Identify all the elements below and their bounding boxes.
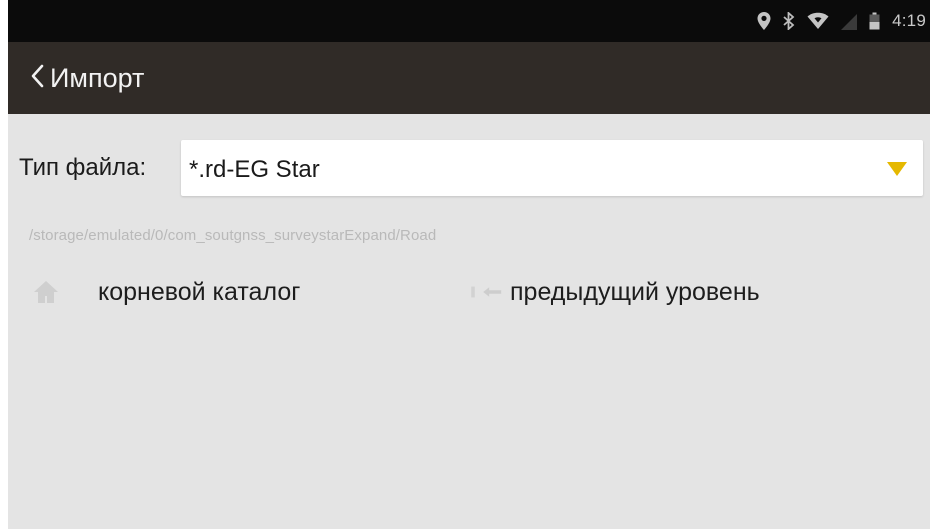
parent-directory-button[interactable]: предыдущий уровень [470,262,910,322]
file-type-label: Тип файла: [19,154,147,181]
status-bar: 4:19 [8,0,930,42]
file-list [8,330,930,529]
status-time: 4:19 [892,11,926,30]
root-directory-label: корневой каталог [98,277,301,306]
signal-icon [841,12,858,30]
file-type-select[interactable]: *.rd-EG Star [181,140,923,196]
screen: 4:19 Импорт Тип файла: *.rd-EG Star /sto… [8,0,930,529]
dropdown-arrow-icon [887,162,907,181]
wifi-icon [807,12,829,30]
home-icon [28,274,64,310]
current-path: /storage/emulated/0/com_soutgnss_surveys… [29,227,437,244]
page-title: Импорт [50,62,145,93]
root-directory-button[interactable]: корневой каталог [28,262,408,322]
bluetooth-icon [783,12,795,30]
navigation-row: корневой каталог предыдущий уровень [8,262,930,322]
chevron-left-icon [30,64,44,93]
parent-directory-label: предыдущий уровень [510,277,760,306]
battery-icon [869,12,880,30]
status-icons: 4:19 [757,0,926,42]
back-button[interactable]: Импорт [8,42,156,114]
back-arrow-icon [470,274,506,310]
toolbar: Импорт [8,42,930,114]
location-icon [757,12,771,30]
file-type-value: *.rd-EG Star [189,156,320,183]
file-type-row: Тип файла: *.rd-EG Star [8,140,930,196]
